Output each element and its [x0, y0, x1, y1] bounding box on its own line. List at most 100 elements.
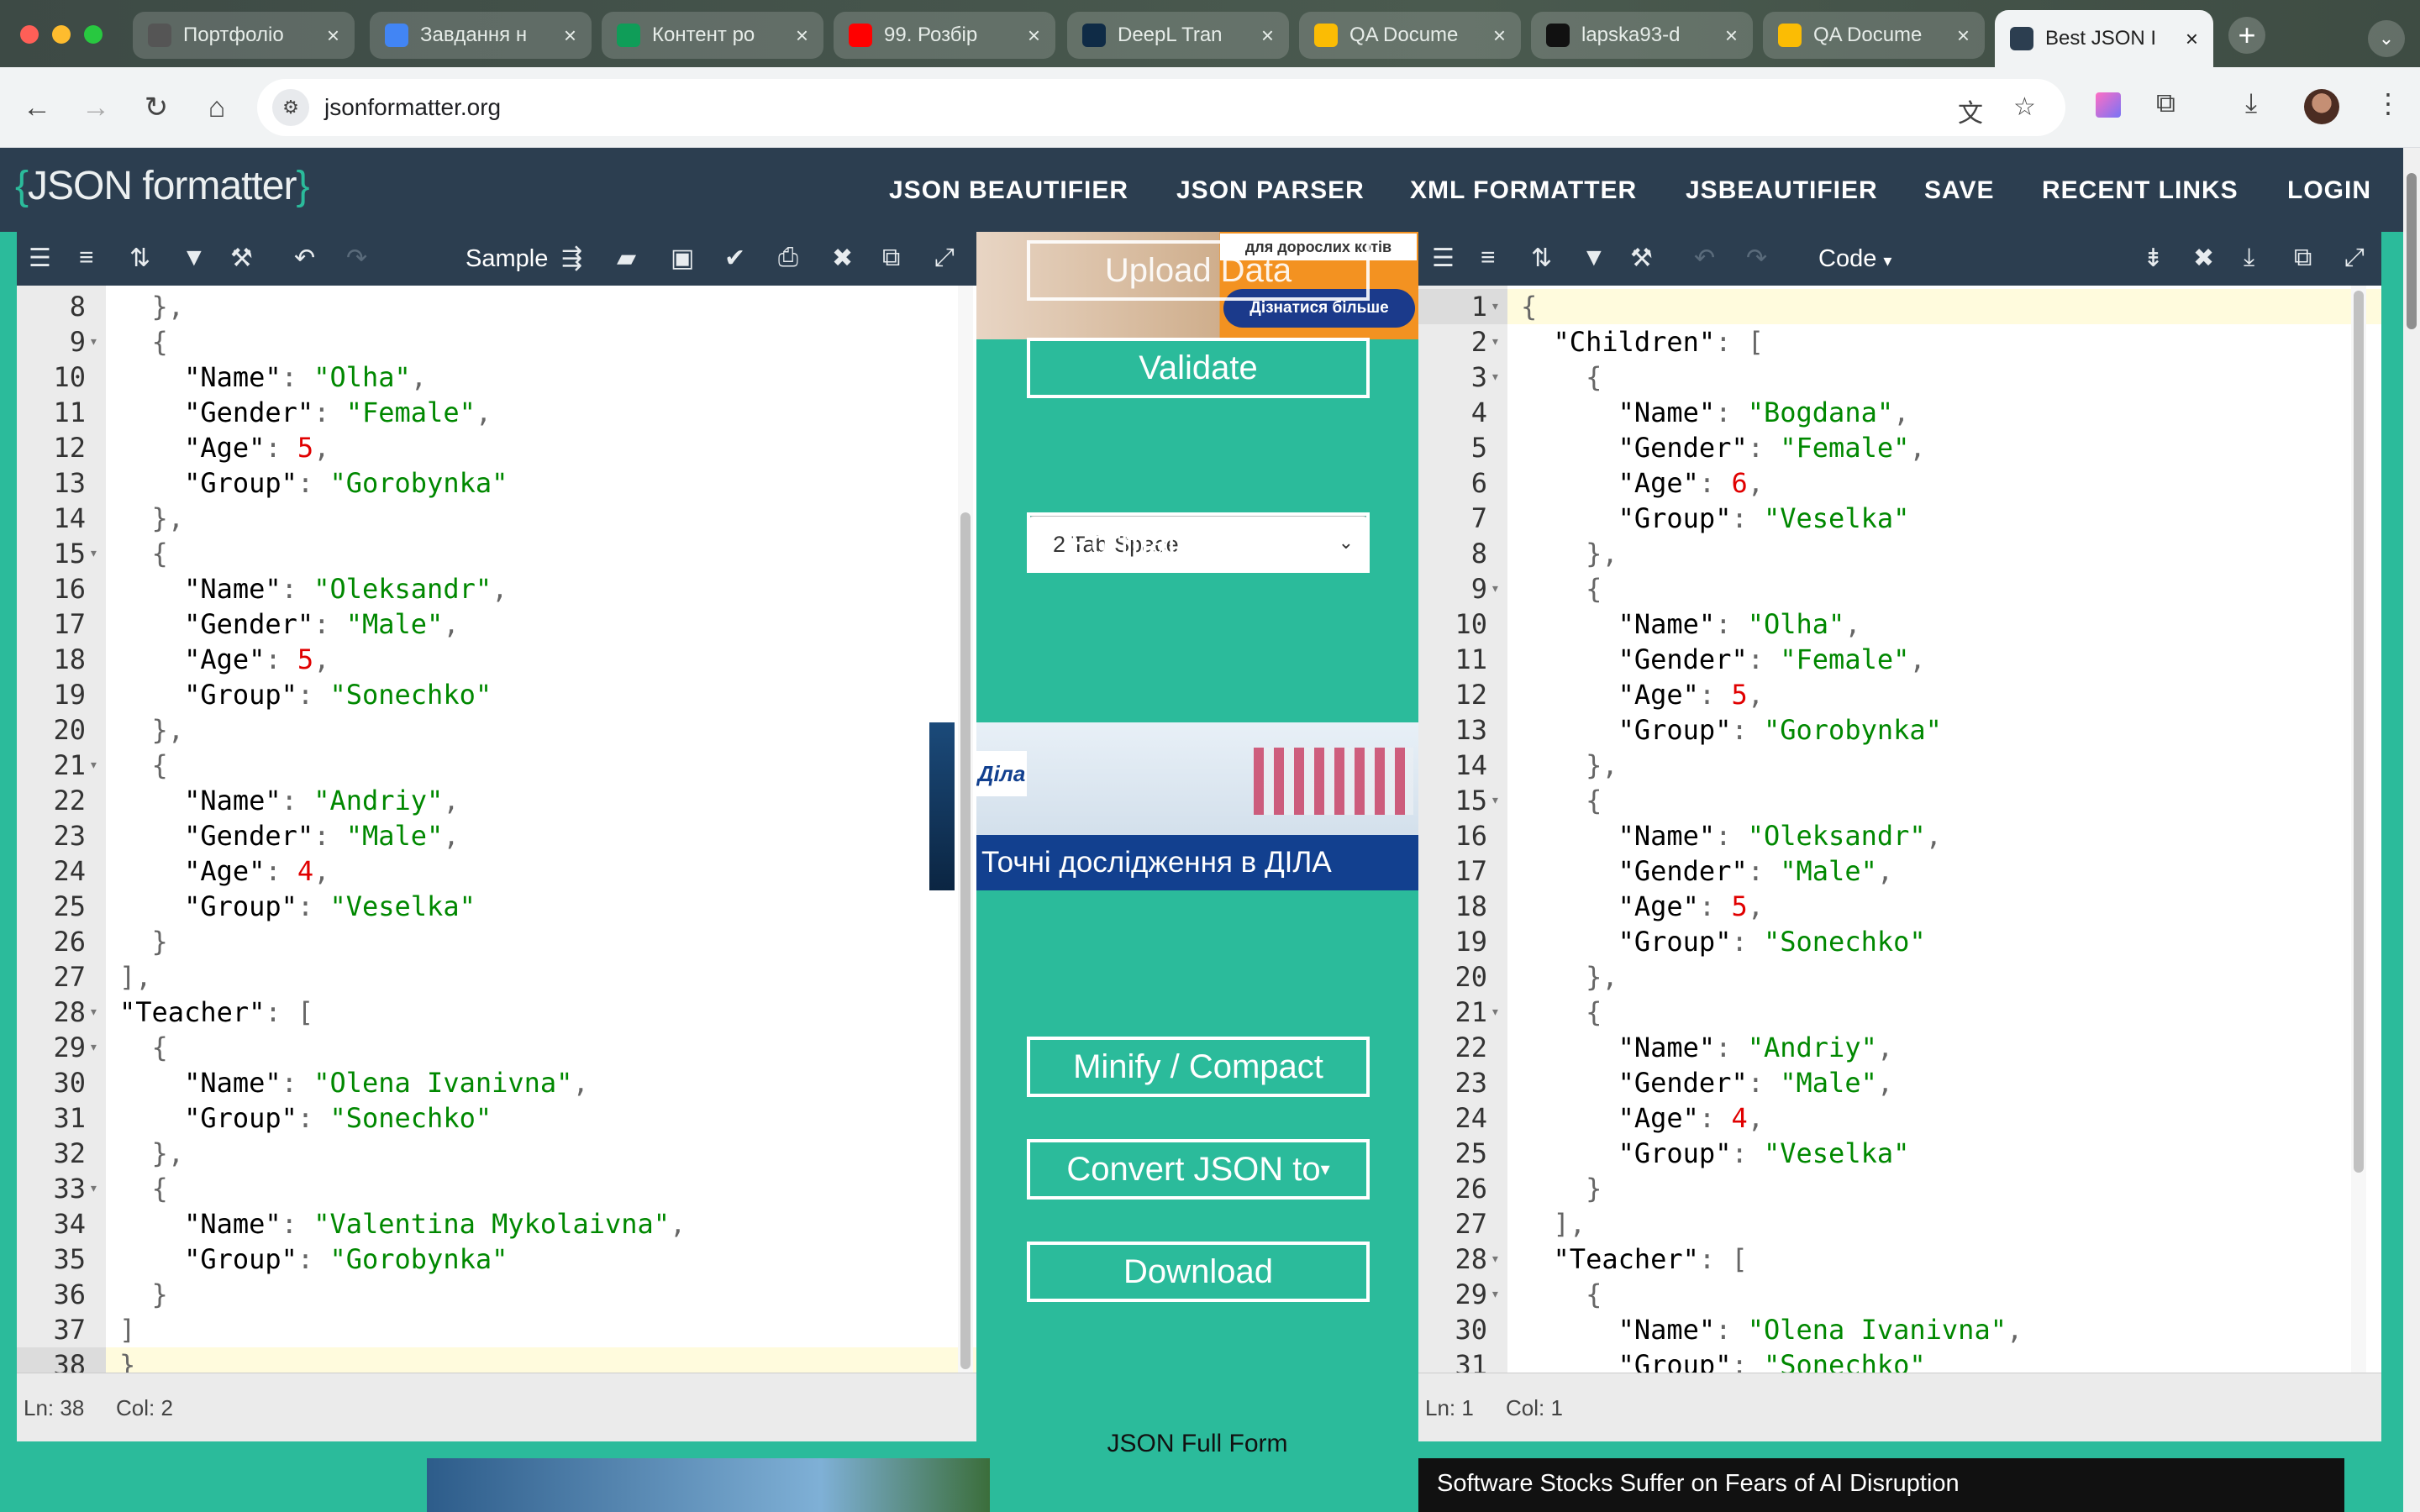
- code-line[interactable]: 11 "Gender": "Female",: [1418, 642, 2381, 677]
- fold-toggle-icon[interactable]: ▾: [1491, 995, 1500, 1030]
- fold-toggle-icon[interactable]: ▾: [89, 748, 98, 783]
- back-icon[interactable]: ←: [15, 86, 59, 129]
- code-line[interactable]: 3 ▾ {: [1418, 360, 2381, 395]
- menu-recent-links[interactable]: RECENT LINKS: [2042, 176, 2238, 205]
- sample-link[interactable]: Sample: [466, 245, 548, 273]
- profile-avatar[interactable]: [2304, 89, 2339, 124]
- input-editor-scrollbar[interactable]: [958, 286, 973, 1373]
- code-line[interactable]: 11 "Gender": "Female",: [17, 395, 976, 430]
- close-tab-icon[interactable]: ×: [1725, 23, 1738, 49]
- code-line[interactable]: 6 "Age": 6,: [1418, 465, 2381, 501]
- browser-tab[interactable]: DeepL Tran ×: [1067, 12, 1289, 59]
- bookmark-star-icon[interactable]: ☆: [2013, 92, 2036, 122]
- url-text[interactable]: jsonformatter.org: [324, 94, 501, 121]
- close-tab-icon[interactable]: ×: [2186, 26, 2198, 52]
- convert-json-button[interactable]: Convert JSON to ▾: [1027, 1139, 1370, 1200]
- code-line[interactable]: 26 }: [17, 924, 976, 959]
- undo-icon[interactable]: ↶: [294, 244, 315, 273]
- menu-json-parser[interactable]: JSON PARSER: [1176, 176, 1365, 205]
- news-banner[interactable]: Software Stocks Suffer on Fears of AI Di…: [1418, 1458, 2344, 1512]
- menu-xml-formatter[interactable]: XML FORMATTER: [1410, 176, 1637, 205]
- format-icon[interactable]: ☰: [1432, 244, 1455, 273]
- clear-icon[interactable]: ✖: [2193, 244, 2214, 273]
- code-line[interactable]: 7 "Group": "Veselka": [1418, 501, 2381, 536]
- code-line[interactable]: 5 "Gender": "Female",: [1418, 430, 2381, 465]
- home-icon[interactable]: ⌂: [195, 86, 239, 129]
- filter-icon[interactable]: ▼: [1581, 244, 1607, 272]
- code-line[interactable]: 20 },: [1418, 959, 2381, 995]
- code-line[interactable]: 35 "Group": "Gorobynka": [17, 1242, 976, 1277]
- ad-banner-middle[interactable]: Діла Точні дослідження в ДІЛА: [976, 722, 1418, 890]
- validate-button[interactable]: Validate: [1027, 338, 1370, 398]
- code-line[interactable]: 10 "Name": "Olha",: [17, 360, 976, 395]
- site-logo[interactable]: {JSON formatter}: [15, 163, 309, 209]
- code-line[interactable]: 16 "Name": "Oleksandr",: [1418, 818, 2381, 853]
- code-line[interactable]: 21 ▾ {: [1418, 995, 2381, 1030]
- clear-icon[interactable]: ✖: [832, 244, 853, 273]
- menu-save[interactable]: SAVE: [1924, 176, 1994, 205]
- site-settings-icon[interactable]: ⚙: [272, 89, 309, 126]
- code-line[interactable]: 34 "Name": "Valentina Mykolaivna",: [17, 1206, 976, 1242]
- minify-compact-button[interactable]: Minify / Compact: [1027, 1037, 1370, 1097]
- code-line[interactable]: 9 ▾ {: [1418, 571, 2381, 606]
- ad-banner-top[interactable]: для дорослих котів Дізнатися більше Uplo…: [976, 232, 1418, 339]
- input-code-editor[interactable]: 8 }, 9 ▾ {10 "Name": "Olha", 11 "Gender": "…: [17, 286, 976, 1373]
- code-line[interactable]: 8 },: [1418, 536, 2381, 571]
- code-line[interactable]: 31 "Group": "Sonechko": [17, 1100, 976, 1136]
- code-line[interactable]: 22 "Name": "Andriy",: [17, 783, 976, 818]
- code-line[interactable]: 28 ▾ "Teacher": [: [17, 995, 976, 1030]
- reload-icon[interactable]: ↻: [134, 86, 178, 129]
- fold-toggle-icon[interactable]: ▾: [1491, 571, 1500, 606]
- address-bar[interactable]: ⚙ jsonformatter.org 文 ☆: [257, 79, 2065, 136]
- window-zoom-button[interactable]: [84, 25, 103, 44]
- code-line[interactable]: 19 "Group": "Sonechko": [17, 677, 976, 712]
- validate-check-icon[interactable]: ✔: [724, 244, 745, 273]
- expand-all-icon[interactable]: ⇟: [2143, 244, 2164, 273]
- browser-tab[interactable]: lapska93-d ×: [1531, 12, 1753, 59]
- close-tab-icon[interactable]: ×: [564, 23, 576, 49]
- extensions-puzzle-icon[interactable]: ⧉: [2156, 87, 2175, 119]
- code-line[interactable]: 28 ▾ "Teacher": [: [1418, 1242, 2381, 1277]
- copy-icon[interactable]: ⧉: [2294, 244, 2312, 272]
- menu-json-beautifier[interactable]: JSON BEAUTIFIER: [889, 176, 1128, 205]
- fold-toggle-icon[interactable]: ▾: [89, 995, 98, 1030]
- redo-icon[interactable]: ↷: [346, 244, 367, 273]
- fullscreen-icon[interactable]: ⤢: [934, 244, 955, 272]
- code-line[interactable]: 24 "Age": 4,: [17, 853, 976, 889]
- fold-toggle-icon[interactable]: ▾: [1491, 1277, 1500, 1312]
- fold-toggle-icon[interactable]: ▾: [89, 536, 98, 571]
- copy-icon[interactable]: ⧉: [882, 244, 900, 272]
- window-close-button[interactable]: [20, 25, 39, 44]
- new-tab-button[interactable]: +: [2228, 17, 2265, 54]
- browser-menu-icon[interactable]: ⋮: [2375, 87, 2402, 119]
- code-line[interactable]: 37]: [17, 1312, 976, 1347]
- download-icon[interactable]: ⤓: [2244, 244, 2254, 272]
- code-line[interactable]: 12 "Age": 5,: [17, 430, 976, 465]
- code-line[interactable]: 26 }: [1418, 1171, 2381, 1206]
- filter-icon[interactable]: ▼: [182, 244, 207, 272]
- code-line[interactable]: 17 "Gender": "Male",: [1418, 853, 2381, 889]
- code-line[interactable]: 15 ▾ {: [1418, 783, 2381, 818]
- window-minimize-button[interactable]: [52, 25, 71, 44]
- compact-icon[interactable]: ≡: [1481, 244, 1496, 272]
- code-line[interactable]: 18 "Age": 5,: [1418, 889, 2381, 924]
- code-line[interactable]: 24 "Age": 4,: [1418, 1100, 2381, 1136]
- fold-toggle-icon[interactable]: ▾: [89, 324, 98, 360]
- code-line[interactable]: 23 "Gender": "Male",: [17, 818, 976, 853]
- code-line[interactable]: 30 "Name": "Olena Ivanivna",: [1418, 1312, 2381, 1347]
- browser-tab[interactable]: Портфоліо ×: [133, 12, 355, 59]
- code-line[interactable]: 36 }: [17, 1277, 976, 1312]
- redo-icon[interactable]: ↷: [1746, 244, 1767, 273]
- code-line[interactable]: 2 ▾ "Children": [: [1418, 324, 2381, 360]
- code-line[interactable]: 32 },: [17, 1136, 976, 1171]
- browser-tab[interactable]: 99. Розбір ×: [834, 12, 1055, 59]
- sort-icon[interactable]: ⇅: [1531, 244, 1552, 273]
- save-file-icon[interactable]: ▣: [671, 244, 694, 273]
- code-line[interactable]: 30 "Name": "Olena Ivanivna",: [17, 1065, 976, 1100]
- print-icon[interactable]: ⎙: [778, 244, 798, 272]
- code-line[interactable]: 31 "Group": "Sonechko": [1418, 1347, 2381, 1373]
- usb-icon[interactable]: ⇶: [561, 244, 582, 273]
- fold-toggle-icon[interactable]: ▾: [1491, 360, 1500, 395]
- code-line[interactable]: 13 "Group": "Gorobynka": [17, 465, 976, 501]
- close-tab-icon[interactable]: ×: [1261, 23, 1274, 49]
